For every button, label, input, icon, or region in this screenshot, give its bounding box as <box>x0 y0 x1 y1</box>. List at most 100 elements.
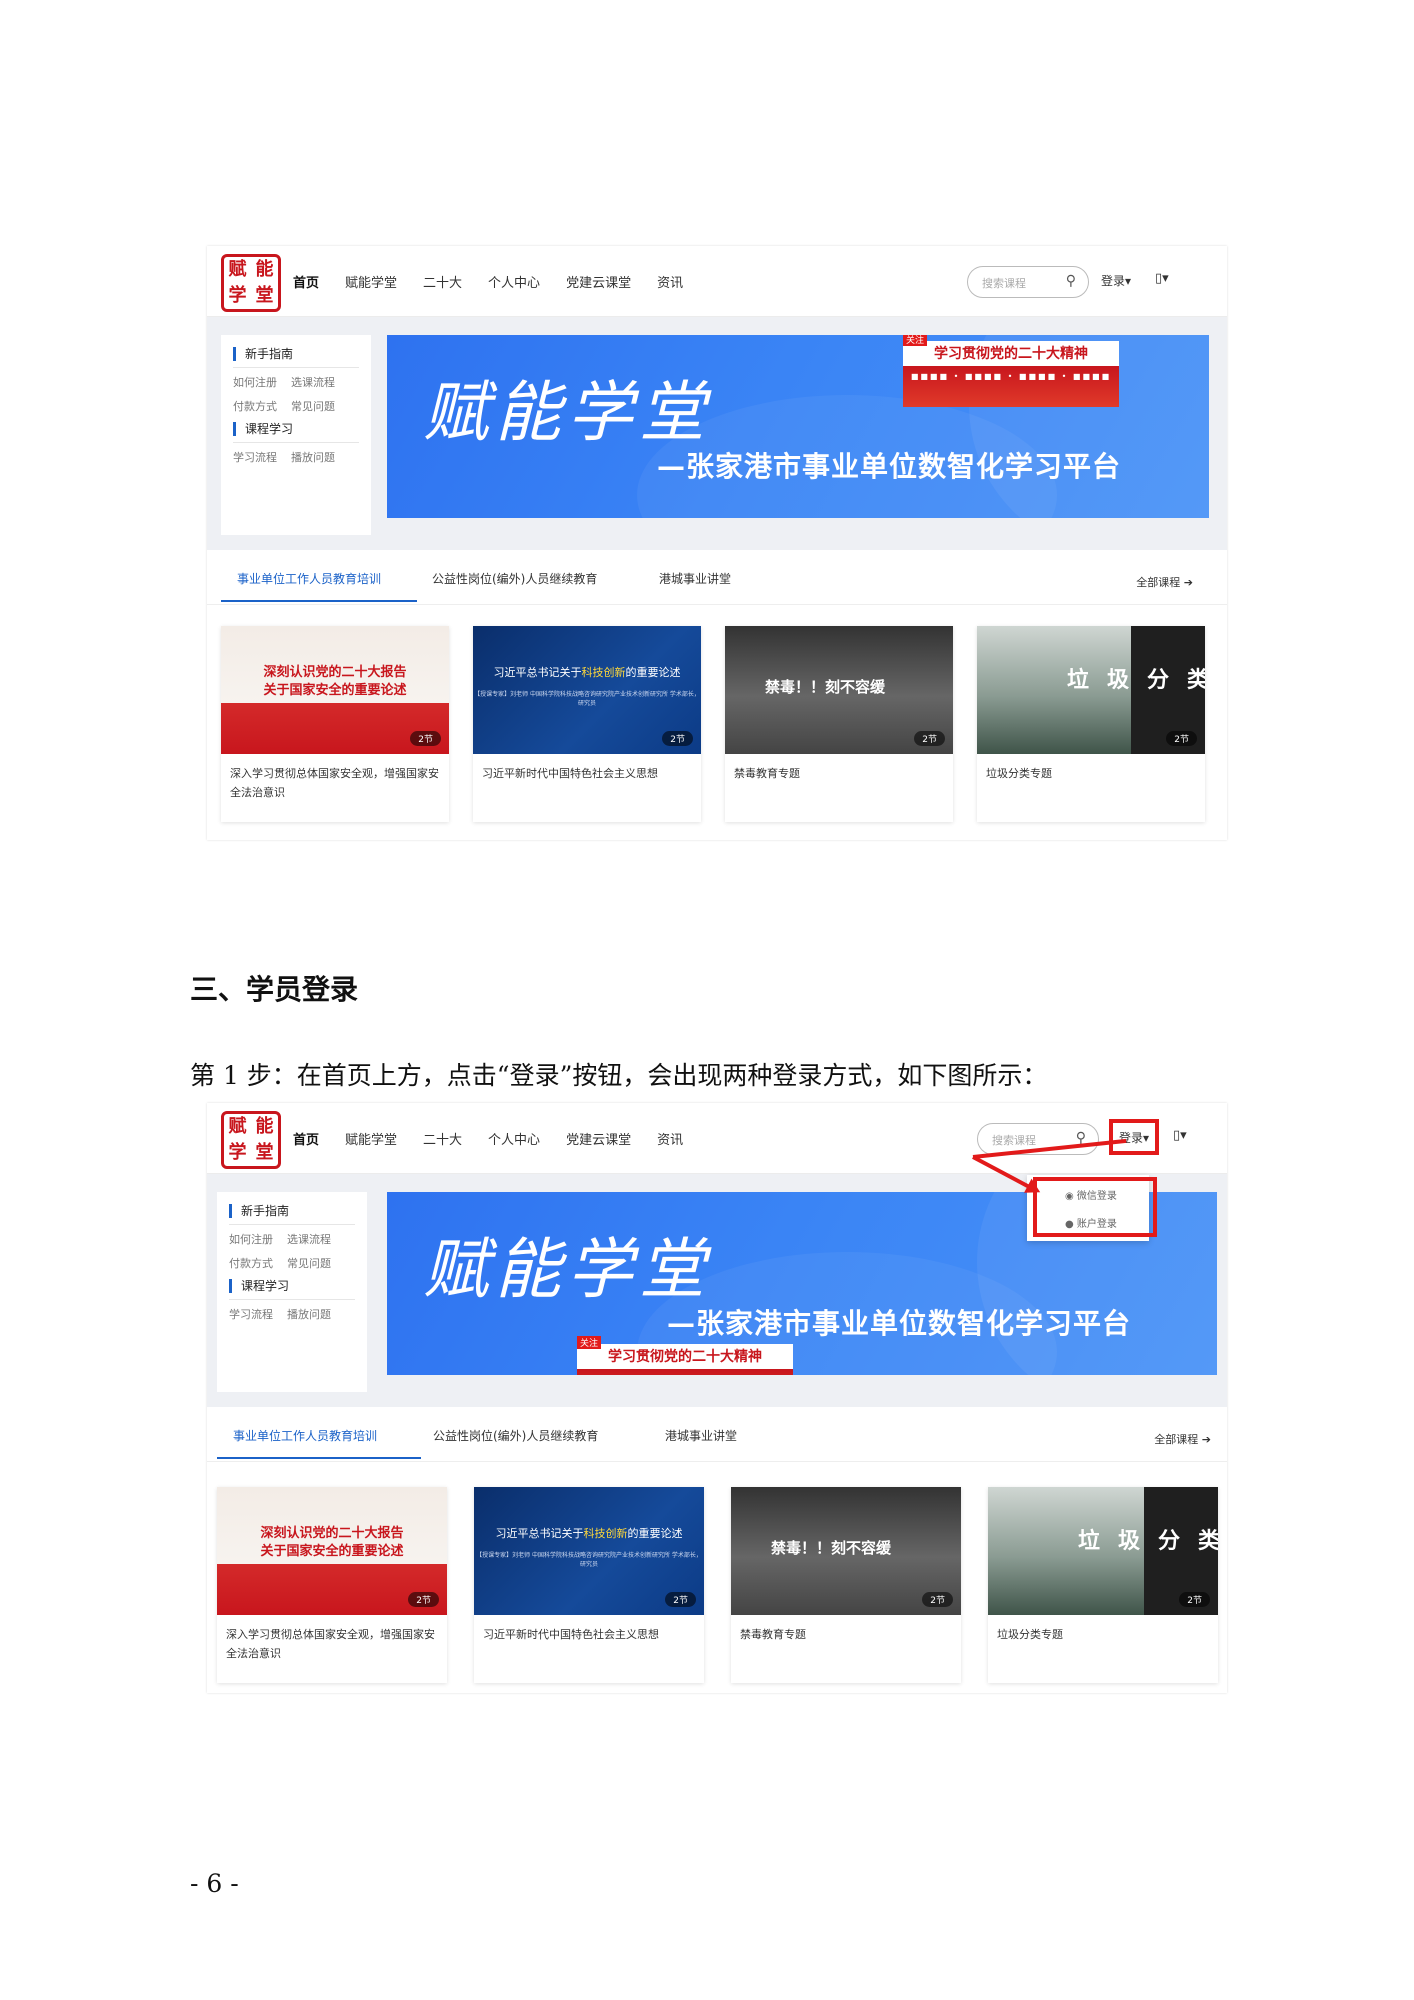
all-courses-link[interactable]: 全部课程 ➔ <box>1136 574 1193 590</box>
search-placeholder: 搜索课程 <box>992 1134 1036 1147</box>
all-courses-link[interactable]: 全部课程 ➔ <box>1154 1431 1211 1447</box>
guide-heading-study: 课程学习 <box>229 1279 367 1293</box>
guide-heading-newbie: 新手指南 <box>233 347 371 361</box>
lesson-count-badge: 2节 <box>914 731 945 746</box>
login-button[interactable]: 登录▾ <box>1101 272 1131 289</box>
logo-char: 能 <box>255 259 274 280</box>
guide-link-flow[interactable]: 学习流程 <box>229 1308 273 1321</box>
guide-link-register[interactable]: 如何注册 <box>229 1233 273 1246</box>
course-title[interactable]: 禁毒教育专题 <box>731 1615 961 1644</box>
logo-char: 堂 <box>255 285 274 306</box>
thumb-text: 禁毒！！刻不容缓 <box>765 678 886 696</box>
course-title[interactable]: 深入学习贯彻总体国家安全观，增强国家安全法治意识 <box>217 1615 447 1663</box>
search-input[interactable]: 搜索课程 ⚲ <box>967 266 1089 298</box>
tab-underline <box>217 1457 421 1459</box>
menu-item-ershida[interactable]: 二十大 <box>423 272 462 291</box>
menu-item-home[interactable]: 首页 <box>293 272 319 291</box>
course-title[interactable]: 深入学习贯彻总体国家安全观，增强国家安全法治意识 <box>221 754 449 802</box>
logo-char: 赋 <box>228 259 247 280</box>
menu-item-party-cloud[interactable]: 党建云课堂 <box>566 1129 631 1148</box>
course-card[interactable]: 深刻认识党的二十大报告 关于国家安全的重要论述 2节 深入学习贯彻总体国家安全观，… <box>221 626 449 822</box>
course-tabs: 事业单位工作人员教育培训 公益性岗位(编外)人员继续教育 港城事业讲堂 全部课程… <box>207 550 1227 605</box>
guide-link-play[interactable]: 播放问题 <box>291 451 335 464</box>
course-title[interactable]: 习近平新时代中国特色社会主义思想 <box>474 1615 704 1644</box>
course-card[interactable]: 习近平总书记关于科技创新的重要论述 【授课专家】刘老师 中国科学院科技战略咨询研… <box>474 1487 704 1683</box>
guide-link-faq[interactable]: 常见问题 <box>287 1257 331 1270</box>
menu-item-personal[interactable]: 个人中心 <box>488 1129 540 1148</box>
lesson-count-badge: 2节 <box>408 1592 439 1607</box>
guide-link-payment[interactable]: 付款方式 <box>229 1257 273 1270</box>
guide-link-register[interactable]: 如何注册 <box>233 376 277 389</box>
menu-item-news[interactable]: 资讯 <box>657 272 683 291</box>
lesson-count-badge: 2节 <box>665 1592 696 1607</box>
tab-lecture[interactable]: 港城事业讲堂 <box>665 1427 737 1444</box>
guide-heading-study: 课程学习 <box>233 422 371 436</box>
course-title[interactable]: 习近平新时代中国特色社会主义思想 <box>473 754 701 783</box>
guide-link-payment[interactable]: 付款方式 <box>233 400 277 413</box>
thumb-text: 关于国家安全的重要论述 <box>260 1544 404 1559</box>
ribbon-banner[interactable]: 关注 学习贯彻党的二十大精神 ■■■■ • ■■■■ • ■■■■ • ■■■■ <box>577 1336 793 1375</box>
menu-item-funeng[interactable]: 赋能学堂 <box>345 272 397 291</box>
course-card[interactable]: 深刻认识党的二十大报告 关于国家安全的重要论述 2节 深入学习贯彻总体国家安全观，… <box>217 1487 447 1683</box>
menu-item-home[interactable]: 首页 <box>293 1129 319 1148</box>
ribbon-title: 学习贯彻党的二十大精神 <box>934 346 1088 362</box>
tab-lecture[interactable]: 港城事业讲堂 <box>659 570 731 587</box>
guide-panel: 新手指南 如何注册 选课流程 付款方式 常见问题 课程学习 学习流程 播放问题 <box>217 1192 367 1392</box>
guide-panel: 新手指南 如何注册 选课流程 付款方式 常见问题 课程学习 学习流程 播放问题 <box>221 335 371 535</box>
hero-banner[interactable]: 赋能学堂 —张家港市事业单位数智化学习平台 关注 学习贯彻党的二十大精神 ■■■… <box>387 335 1209 518</box>
course-card[interactable]: 禁毒！！刻不容缓 2节 禁毒教育专题 <box>731 1487 961 1683</box>
guide-link-play[interactable]: 播放问题 <box>287 1308 331 1321</box>
search-icon[interactable]: ⚲ <box>1066 273 1076 289</box>
tab-underline <box>221 600 417 602</box>
screenshot-login-menu: 赋 能 学 堂 首页 赋能学堂 二十大 个人中心 党建云课堂 资讯 搜索课程 ⚲… <box>207 1103 1227 1693</box>
guide-row: 付款方式 常见问题 <box>233 398 371 414</box>
logo-char: 学 <box>228 1142 247 1163</box>
guide-link-select[interactable]: 选课流程 <box>287 1233 331 1246</box>
mobile-icon[interactable]: ▯▾ <box>1173 1128 1187 1143</box>
course-title[interactable]: 垃圾分类专题 <box>977 754 1205 783</box>
course-card[interactable]: 习近平总书记关于科技创新的重要论述 【授课专家】刘老师 中国科学院科技战略咨询研… <box>473 626 701 822</box>
logo-char: 学 <box>228 285 247 306</box>
course-list: 深刻认识党的二十大报告 关于国家安全的重要论述 2节 深入学习贯彻总体国家安全观，… <box>217 1487 1218 1687</box>
mobile-icon[interactable]: ▯▾ <box>1155 271 1169 286</box>
course-thumbnail: 习近平总书记关于科技创新的重要论述 【授课专家】刘老师 中国科学院科技战略咨询研… <box>474 1487 704 1615</box>
site-logo[interactable]: 赋 能 学 堂 <box>221 254 281 312</box>
thumb-subtext: 【授课专家】刘老师 中国科学院科技战略咨询研究院产业技术创新研究所 学术部长，研… <box>474 691 700 707</box>
menu-item-news[interactable]: 资讯 <box>657 1129 683 1148</box>
tab-staff-training[interactable]: 事业单位工作人员教育培训 <box>237 570 381 587</box>
guide-link-flow[interactable]: 学习流程 <box>233 451 277 464</box>
tab-public-welfare[interactable]: 公益性岗位(编外)人员继续教育 <box>433 1427 598 1444</box>
tab-staff-training[interactable]: 事业单位工作人员教育培训 <box>233 1427 377 1444</box>
course-thumbnail: 深刻认识党的二十大报告 关于国家安全的重要论述 2节 <box>221 626 449 754</box>
banner-title: 赋能学堂 <box>423 1231 711 1308</box>
course-tabs: 事业单位工作人员教育培训 公益性岗位(编外)人员继续教育 港城事业讲堂 全部课程… <box>207 1407 1227 1462</box>
menu-item-personal[interactable]: 个人中心 <box>488 272 540 291</box>
course-title[interactable]: 禁毒教育专题 <box>725 754 953 783</box>
course-thumbnail: 深刻认识党的二十大报告 关于国家安全的重要论述 2节 <box>217 1487 447 1615</box>
step-instruction: 第 1 步：在首页上方，点击“登录”按钮，会出现两种登录方式，如下图所示： <box>190 1061 1048 1090</box>
lesson-count-badge: 2节 <box>410 731 441 746</box>
course-title[interactable]: 垃圾分类专题 <box>988 1615 1218 1644</box>
menu-item-ershida[interactable]: 二十大 <box>423 1129 462 1148</box>
screenshot-homepage: 赋 能 学 堂 首页 赋能学堂 二十大 个人中心 党建云课堂 资讯 搜索课程 ⚲… <box>207 246 1227 840</box>
course-card[interactable]: 垃圾分类 2节 垃圾分类专题 <box>988 1487 1218 1683</box>
thumb-text: 深刻认识党的二十大报告 <box>263 665 407 680</box>
tab-public-welfare[interactable]: 公益性岗位(编外)人员继续教育 <box>432 570 597 587</box>
site-logo[interactable]: 赋 能 学 堂 <box>221 1111 281 1169</box>
menu-item-party-cloud[interactable]: 党建云课堂 <box>566 272 631 291</box>
guide-row: 学习流程 播放问题 <box>229 1306 367 1322</box>
hero-section: 新手指南 如何注册 选课流程 付款方式 常见问题 课程学习 学习流程 播放问题 赋能学… <box>207 317 1227 550</box>
lesson-count-badge: 2节 <box>1179 1592 1210 1607</box>
thumb-text: 垃圾分类 <box>1067 668 1205 693</box>
thumb-text: 习近平总书记关于 <box>495 1527 584 1540</box>
course-list: 深刻认识党的二十大报告 关于国家安全的重要论述 2节 深入学习贯彻总体国家安全观，… <box>221 626 1221 826</box>
course-card[interactable]: 禁毒！！刻不容缓 2节 禁毒教育专题 <box>725 626 953 822</box>
course-card[interactable]: 垃圾分类 2节 垃圾分类专题 <box>977 626 1205 822</box>
lesson-count-badge: 2节 <box>662 731 693 746</box>
thumb-text: 的重要论述 <box>625 666 681 679</box>
thumb-subtext: 【授课专家】刘老师 中国科学院科技战略咨询研究院产业技术创新研究所 学术部长，研… <box>476 1552 702 1568</box>
ribbon-banner[interactable]: 关注 学习贯彻党的二十大精神 ■■■■ • ■■■■ • ■■■■ • ■■■■ <box>903 335 1119 407</box>
guide-link-select[interactable]: 选课流程 <box>291 376 335 389</box>
guide-link-faq[interactable]: 常见问题 <box>291 400 335 413</box>
menu-item-funeng[interactable]: 赋能学堂 <box>345 1129 397 1148</box>
